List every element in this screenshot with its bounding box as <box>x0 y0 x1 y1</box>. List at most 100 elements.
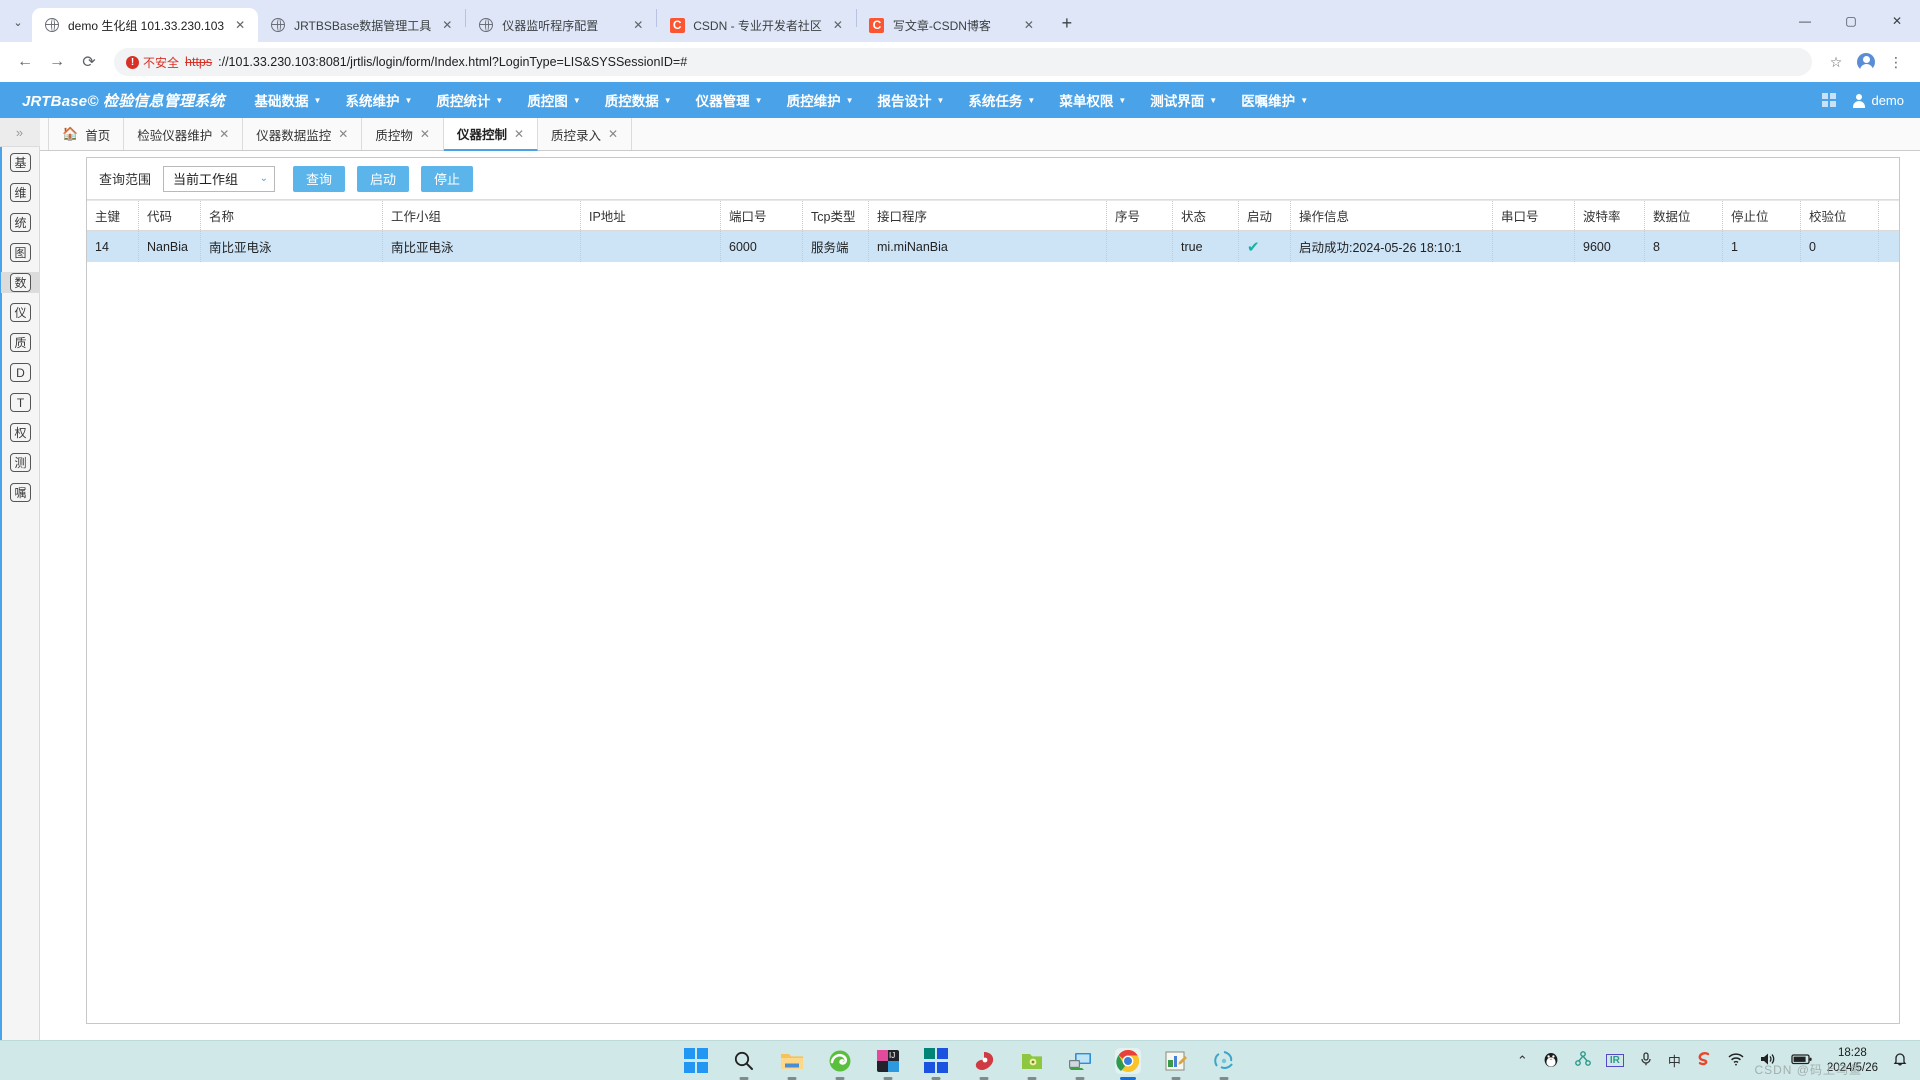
sidebar-item-tong[interactable]: 统 <box>8 212 34 233</box>
col-header-databit[interactable]: 数据位 <box>1645 201 1723 230</box>
sidebar-item-t[interactable]: T <box>8 392 34 413</box>
col-header-pk[interactable]: 主键 <box>87 201 139 230</box>
menu-item-zhikongshuju[interactable]: 质控数据 ▼ <box>593 90 684 110</box>
user-menu[interactable]: demo <box>1852 93 1904 108</box>
edge-icon[interactable] <box>827 1048 853 1080</box>
menu-item-baogaosheji[interactable]: 报告设计 ▼ <box>866 90 957 110</box>
table-row[interactable]: 14 NanBia 南比亚电泳 南比亚电泳 6000 服务端 mi.miNanB… <box>87 231 1899 262</box>
microsoft-store-icon[interactable] <box>923 1048 949 1080</box>
profile-avatar-icon[interactable] <box>1852 48 1880 76</box>
new-tab-button[interactable]: + <box>1053 10 1081 38</box>
sidebar-item-tu[interactable]: 图 <box>8 242 34 263</box>
sidebar-item-zhu[interactable]: 嘱 <box>8 482 34 503</box>
reload-icon[interactable]: ⟳ <box>74 47 104 77</box>
col-header-seq[interactable]: 序号 <box>1107 201 1173 230</box>
browser-tab-3[interactable]: C CSDN - 专业开发者社区 ✕ <box>657 8 856 42</box>
sidebar-collapse-button[interactable]: » <box>0 118 40 147</box>
browser-tab-2[interactable]: 仪器监听程序配置 ✕ <box>466 8 656 42</box>
col-header-baud[interactable]: 波特率 <box>1575 201 1645 230</box>
close-icon[interactable]: ✕ <box>830 17 846 33</box>
notepad-icon[interactable] <box>1163 1048 1189 1080</box>
menu-item-zhikongtongji[interactable]: 质控统计 ▼ <box>424 90 515 110</box>
apps-grid-icon[interactable] <box>1822 93 1837 107</box>
close-icon[interactable]: ✕ <box>338 127 348 141</box>
file-explorer-icon[interactable] <box>779 1048 805 1080</box>
sidebar-item-wei[interactable]: 维 <box>8 182 34 203</box>
col-header-start[interactable]: 启动 <box>1239 201 1291 230</box>
forward-icon[interactable]: → <box>42 47 72 77</box>
col-header-msg[interactable]: 操作信息 <box>1291 201 1493 230</box>
browser-tab-4[interactable]: C 写文章-CSDN博客 ✕ <box>857 8 1047 42</box>
tab-zhikongwu[interactable]: 质控物 ✕ <box>362 118 444 150</box>
ime-indicator-icon[interactable]: IR <box>1605 1054 1624 1067</box>
menu-item-caidanquanxian[interactable]: 菜单权限 ▼ <box>1047 90 1138 110</box>
menu-item-xitongweihu[interactable]: 系统维护 ▼ <box>333 90 424 110</box>
minimize-button[interactable]: — <box>1782 6 1828 36</box>
close-icon[interactable]: ✕ <box>420 127 430 141</box>
close-icon[interactable]: ✕ <box>439 17 455 33</box>
col-header-port[interactable]: 端口号 <box>721 201 803 230</box>
remote-desktop-icon[interactable] <box>1067 1048 1093 1080</box>
menu-item-zhikongweihu[interactable]: 质控维护 ▼ <box>775 90 866 110</box>
close-icon[interactable]: ✕ <box>608 127 618 141</box>
tab-yiqi-shuju-jiankong[interactable]: 仪器数据监控 ✕ <box>243 118 363 150</box>
folder-green-icon[interactable] <box>1019 1048 1045 1080</box>
ime-language-icon[interactable]: 中 <box>1668 1051 1681 1070</box>
notification-bell-icon[interactable] <box>1892 1051 1908 1070</box>
sidebar-item-ji[interactable]: 基 <box>8 152 34 173</box>
close-icon[interactable]: ✕ <box>514 127 524 141</box>
qq-icon[interactable] <box>1542 1050 1560 1071</box>
start-button[interactable]: 启动 <box>357 165 410 192</box>
not-secure-badge[interactable]: ! 不安全 <box>126 54 179 71</box>
tab-yiqi-kongzhi[interactable]: 仪器控制 ✕ <box>443 118 539 151</box>
sidebar-item-d[interactable]: D <box>8 362 34 383</box>
menu-item-zhikongtu[interactable]: 质控图 ▼ <box>515 90 592 110</box>
menu-item-yiqiguanli[interactable]: 仪器管理 ▼ <box>684 90 775 110</box>
close-icon[interactable]: ✕ <box>630 17 646 33</box>
stop-button[interactable]: 停止 <box>421 165 474 192</box>
close-window-button[interactable]: ✕ <box>1874 6 1920 36</box>
chrome-icon[interactable] <box>1115 1047 1141 1080</box>
query-scope-select[interactable]: 当前工作组 ⌄ <box>163 165 276 192</box>
col-header-stopbit[interactable]: 停止位 <box>1723 201 1801 230</box>
col-header-tcptype[interactable]: Tcp类型 <box>803 201 869 230</box>
close-icon[interactable]: ✕ <box>219 127 229 141</box>
address-bar[interactable]: ! 不安全 https://101.33.230.103:8081/jrtlis… <box>114 48 1812 76</box>
back-icon[interactable]: ← <box>10 47 40 77</box>
sogou-input-icon[interactable] <box>1695 1050 1713 1071</box>
menu-item-yizhuweihu[interactable]: 医嘱维护 ▼ <box>1229 90 1320 110</box>
menu-item-xitongrenwu[interactable]: 系统任务 ▼ <box>956 90 1047 110</box>
browser-menu-icon[interactable]: ⋮ <box>1882 48 1910 76</box>
search-icon[interactable] <box>731 1048 757 1080</box>
tab-search-icon[interactable]: ⌄ <box>4 7 32 37</box>
sync-icon[interactable] <box>1211 1048 1237 1080</box>
sidebar-item-shu[interactable]: 数 <box>0 272 41 293</box>
tab-jianyan-yiqi-weihu[interactable]: 检验仪器维护 ✕ <box>124 118 244 150</box>
col-header-parity[interactable]: 校验位 <box>1801 201 1879 230</box>
close-icon[interactable]: ✕ <box>1021 17 1037 33</box>
sidebar-item-yi[interactable]: 仪 <box>8 302 34 323</box>
browser-tab-1[interactable]: JRTBSBase数据管理工具 ✕ <box>258 8 465 42</box>
col-header-name[interactable]: 名称 <box>201 201 383 230</box>
sidebar-item-quan[interactable]: 权 <box>8 422 34 443</box>
wifi-icon[interactable] <box>1727 1051 1745 1070</box>
menu-item-jichushuju[interactable]: 基础数据 ▼ <box>243 90 334 110</box>
start-button[interactable] <box>683 1048 709 1074</box>
network-share-icon[interactable] <box>1574 1050 1592 1071</box>
tab-zhikong-luru[interactable]: 质控录入 ✕ <box>538 118 633 150</box>
navicat-icon[interactable] <box>971 1048 997 1080</box>
col-header-program[interactable]: 接口程序 <box>869 201 1107 230</box>
microphone-icon[interactable] <box>1638 1051 1654 1070</box>
tab-home[interactable]: 🏠 首页 <box>48 118 125 150</box>
query-button[interactable]: 查询 <box>293 165 346 192</box>
col-header-state[interactable]: 状态 <box>1173 201 1239 230</box>
intellij-idea-icon[interactable]: IJ <box>875 1048 901 1080</box>
menu-item-ceshijiemian[interactable]: 测试界面 ▼ <box>1138 90 1229 110</box>
col-header-com[interactable]: 串口号 <box>1493 201 1575 230</box>
bookmark-star-icon[interactable]: ☆ <box>1822 48 1850 76</box>
col-header-code[interactable]: 代码 <box>139 201 201 230</box>
tray-expand-icon[interactable]: ⌃ <box>1517 1053 1528 1069</box>
maximize-button[interactable]: ▢ <box>1828 6 1874 36</box>
col-header-ip[interactable]: IP地址 <box>581 201 721 230</box>
sidebar-item-ce[interactable]: 测 <box>8 452 34 473</box>
